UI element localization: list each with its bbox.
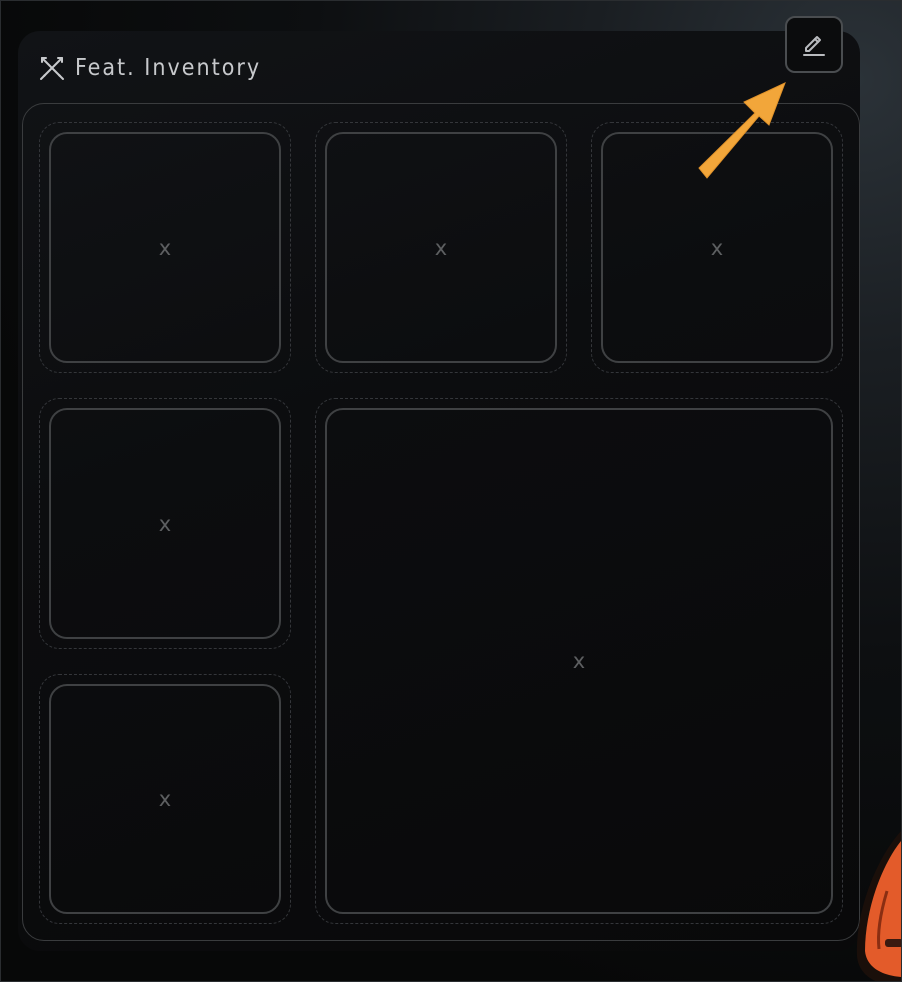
slot-button[interactable]: x <box>49 684 281 914</box>
pencil-edit-icon <box>800 29 828 61</box>
slot-button[interactable]: x <box>325 132 557 363</box>
inventory-slot-large: x <box>315 398 843 924</box>
edit-button[interactable] <box>785 16 843 73</box>
inventory-slot: x <box>39 398 291 649</box>
panel-title: Feat. Inventory <box>75 55 262 81</box>
inventory-slot: x <box>315 122 567 373</box>
slot-button[interactable]: x <box>325 408 833 914</box>
app-window: Feat. Inventory x x x x x x <box>0 0 902 982</box>
slot-button[interactable]: x <box>49 132 281 363</box>
inventory-slot: x <box>39 122 291 373</box>
empty-slot-label: x <box>572 649 586 673</box>
empty-slot-label: x <box>710 235 724 260</box>
inventory-slot: x <box>591 122 843 373</box>
empty-slot-label: x <box>158 787 172 811</box>
empty-slot-label: x <box>158 511 172 536</box>
empty-slot-label: x <box>434 235 448 260</box>
panel-header: Feat. Inventory <box>39 53 261 83</box>
slot-button[interactable]: x <box>49 408 281 639</box>
slot-button[interactable]: x <box>601 132 833 363</box>
crossed-swords-icon <box>39 55 65 81</box>
empty-slot-label: x <box>158 235 172 260</box>
mascot-character-icon <box>856 831 901 981</box>
inventory-slot: x <box>39 674 291 924</box>
